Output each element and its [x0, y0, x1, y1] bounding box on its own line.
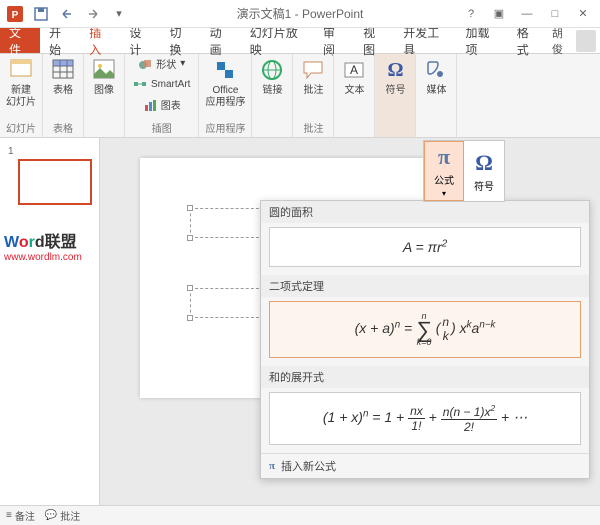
- close-icon[interactable]: ✕: [570, 4, 596, 24]
- group-label: [435, 124, 438, 135]
- symbol-button-popup[interactable]: Ω 符号: [464, 141, 504, 201]
- equation-dropdown: 圆的面积 A = πr2 二项式定理 (x + a)n = n∑k=0 (nk)…: [260, 200, 590, 479]
- slide-thumbnail[interactable]: [18, 159, 92, 205]
- group-label: 批注: [303, 120, 323, 135]
- new-slide-button[interactable]: 新建 幻灯片: [6, 56, 36, 109]
- group-label: 插图: [152, 120, 172, 135]
- group-illustrations: 形状 ▾ SmartArt 图表 插图: [125, 54, 199, 137]
- link-button[interactable]: 链接: [258, 56, 286, 97]
- formula-expansion[interactable]: (1 + x)n = 1 + nx1! + n(n − 1)x22! + ⋯: [269, 392, 581, 445]
- quick-access-toolbar: P ▾: [4, 3, 130, 25]
- window-title: 演示文稿1 - PowerPoint: [237, 5, 364, 22]
- group-media: 媒体: [416, 54, 457, 137]
- omega-icon: Ω: [475, 150, 493, 176]
- group-symbols: Ω 符号: [375, 54, 416, 137]
- tab-slideshow[interactable]: 幻灯片放映: [241, 28, 314, 53]
- pi-icon: π: [269, 460, 275, 472]
- tab-developer[interactable]: 开发工具: [394, 28, 456, 53]
- chart-button[interactable]: 图表: [143, 97, 181, 112]
- formula-text: (x + a)n = n∑k=0 (nk) xkan−k: [355, 320, 496, 336]
- tab-home[interactable]: 开始: [40, 28, 80, 53]
- symbol-split-buttons: π 公式 ▾ Ω 符号: [423, 140, 505, 202]
- group-label: 应用程序: [205, 120, 245, 135]
- symbol-button[interactable]: Ω 符号: [381, 56, 409, 97]
- group-text: A 文本: [334, 54, 375, 137]
- notes-button[interactable]: ≡ 备注: [6, 508, 35, 523]
- window-controls: ? ▣ — □ ✕: [458, 4, 596, 24]
- save-icon[interactable]: [30, 3, 52, 25]
- formula-circle-area[interactable]: A = πr2: [269, 227, 581, 267]
- qat-dropdown-icon[interactable]: ▾: [108, 3, 130, 25]
- svg-text:A: A: [350, 63, 358, 77]
- group-label: 表格: [53, 120, 73, 135]
- comment-button[interactable]: 批注: [299, 56, 327, 97]
- group-label: [353, 124, 356, 135]
- table-button[interactable]: 表格: [49, 56, 77, 97]
- comments-button[interactable]: 💬 批注: [45, 508, 80, 523]
- slide-thumbnails-panel: 1: [0, 138, 100, 505]
- svg-text:P: P: [12, 10, 19, 21]
- group-label: [271, 124, 274, 135]
- formula-text: (1 + x)n = 1 + nx1! + n(n − 1)x22! + ⋯: [323, 409, 527, 425]
- office-apps-button[interactable]: Office 应用程序: [205, 56, 245, 109]
- pi-icon: π: [438, 144, 450, 170]
- group-tables: 表格 表格: [43, 54, 84, 137]
- maximize-icon[interactable]: □: [542, 4, 568, 24]
- ribbon-tabs: 文件 开始 插入 设计 切换 动画 幻灯片放映 审阅 视图 开发工具 加载项 格…: [0, 28, 600, 54]
- tab-view[interactable]: 视图: [354, 28, 394, 53]
- section-binomial: 二项式定理: [261, 275, 589, 297]
- section-circle-area: 圆的面积: [261, 201, 589, 223]
- tab-format[interactable]: 格式: [508, 28, 548, 53]
- tab-design[interactable]: 设计: [120, 28, 160, 53]
- shapes-button[interactable]: 形状 ▾: [138, 56, 185, 71]
- group-apps: Office 应用程序 应用程序: [199, 54, 252, 137]
- insert-new-equation[interactable]: π 插入新公式: [261, 453, 589, 478]
- watermark: Word联盟 www.wordlm.com: [4, 228, 82, 263]
- user-area[interactable]: 胡俊: [548, 28, 600, 53]
- ribbon: 新建 幻灯片 幻灯片 表格 表格 图像 形状 ▾ SmartArt 图表 插图 …: [0, 54, 600, 138]
- group-images: 图像: [84, 54, 125, 137]
- title-bar: P ▾ 演示文稿1 - PowerPoint ? ▣ — □ ✕: [0, 0, 600, 28]
- text-button[interactable]: A 文本: [340, 56, 368, 97]
- help-icon[interactable]: ?: [458, 4, 484, 24]
- tab-file[interactable]: 文件: [0, 28, 40, 53]
- formula-text: A = πr2: [403, 239, 447, 255]
- tab-review[interactable]: 审阅: [314, 28, 354, 53]
- thumb-number: 1: [8, 146, 91, 157]
- formula-binomial[interactable]: (x + a)n = n∑k=0 (nk) xkan−k: [269, 301, 581, 359]
- group-slides: 新建 幻灯片 幻灯片: [0, 54, 43, 137]
- tab-animations[interactable]: 动画: [201, 28, 241, 53]
- powerpoint-icon: P: [4, 3, 26, 25]
- equation-button[interactable]: π 公式 ▾: [424, 141, 464, 201]
- user-name: 胡俊: [552, 25, 572, 57]
- tab-insert[interactable]: 插入: [80, 28, 120, 53]
- group-label: [394, 124, 397, 135]
- minimize-icon[interactable]: —: [514, 4, 540, 24]
- tab-transitions[interactable]: 切换: [161, 28, 201, 53]
- ribbon-options-icon[interactable]: ▣: [486, 4, 512, 24]
- group-links: 链接: [252, 54, 293, 137]
- avatar-icon: [576, 30, 596, 52]
- redo-icon[interactable]: [82, 3, 104, 25]
- tab-addins[interactable]: 加载项: [457, 28, 508, 53]
- media-button[interactable]: 媒体: [422, 56, 450, 97]
- status-bar: ≡ 备注 💬 批注: [0, 505, 600, 525]
- image-button[interactable]: 图像: [90, 56, 118, 97]
- group-label: 幻灯片: [6, 120, 36, 135]
- section-expansion: 和的展开式: [261, 366, 589, 388]
- group-label: [103, 124, 106, 135]
- undo-icon[interactable]: [56, 3, 78, 25]
- group-comments: 批注 批注: [293, 54, 334, 137]
- smartart-button[interactable]: SmartArt: [133, 77, 190, 91]
